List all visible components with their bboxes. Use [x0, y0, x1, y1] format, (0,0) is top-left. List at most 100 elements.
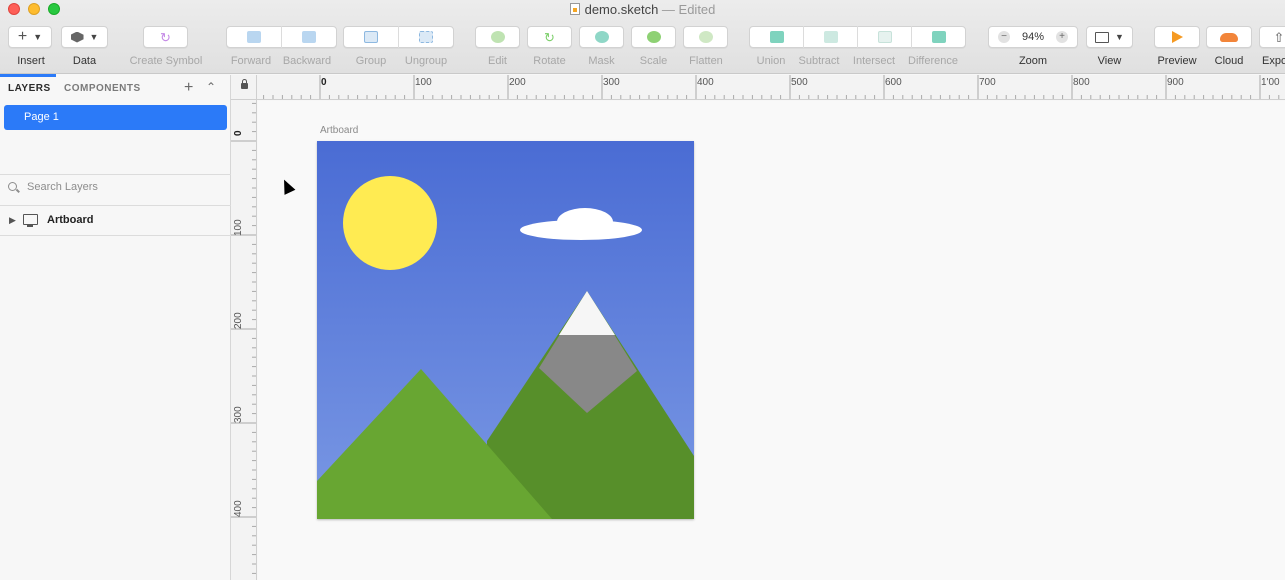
page-list-item[interactable]: Page 1	[4, 105, 227, 130]
insert-button[interactable]: + ▼	[8, 26, 52, 48]
ungroup-label: Ungroup	[404, 55, 448, 67]
mask-button[interactable]	[579, 26, 624, 48]
rotate-button[interactable]: ↻	[527, 26, 572, 48]
forward-label: Forward	[230, 55, 272, 67]
create-symbol-button[interactable]: ↻	[143, 26, 188, 48]
backward-label: Backward	[282, 55, 332, 67]
insert-label: Insert	[17, 55, 45, 67]
scale-button[interactable]	[631, 26, 676, 48]
difference-icon	[931, 31, 946, 43]
lock-icon[interactable]	[241, 79, 248, 89]
group-icon	[364, 31, 378, 43]
cloud-button[interactable]	[1206, 26, 1252, 48]
arrange-group	[226, 26, 337, 48]
ruler-label: 800	[1073, 77, 1090, 88]
chevron-down-icon: ▼	[89, 32, 99, 42]
toolbar: demo.sketch — Edited + ▼ Insert ▼ Data ↻ …	[0, 0, 1285, 74]
ruler-label: 1'00	[1261, 77, 1280, 88]
search-icon	[8, 182, 17, 191]
union-button[interactable]	[750, 27, 803, 47]
rotate-icon: ↻	[544, 29, 555, 45]
tab-components[interactable]: COMPONENTS	[64, 83, 141, 94]
landscape-illustration	[317, 141, 694, 519]
view-icon	[1095, 31, 1110, 43]
zoom-in-button[interactable]: +	[1056, 31, 1069, 43]
group-label: Group	[355, 55, 387, 67]
subtract-icon	[823, 31, 838, 43]
ruler-label: 300	[233, 406, 244, 423]
intersect-button[interactable]	[858, 27, 911, 47]
subtract-button[interactable]	[804, 27, 857, 47]
mask-icon	[594, 31, 609, 43]
sidebar-tabs: LAYERS COMPONENTS + ⌃	[0, 74, 230, 103]
ruler-label: 200	[509, 77, 526, 88]
difference-button[interactable]	[912, 27, 965, 47]
tab-layers[interactable]: LAYERS	[8, 83, 51, 94]
add-page-button[interactable]: +	[184, 79, 193, 97]
view-button[interactable]: ▼	[1086, 26, 1133, 48]
flatten-button[interactable]	[683, 26, 728, 48]
edit-label: Edit	[488, 55, 507, 67]
difference-label: Difference	[908, 55, 958, 67]
scale-label: Scale	[639, 55, 668, 67]
subtract-label: Subtract	[798, 55, 840, 67]
forward-icon	[247, 31, 261, 43]
plus-icon: +	[17, 28, 28, 45]
group-controls	[343, 26, 454, 48]
cloud-icon	[1220, 32, 1238, 42]
data-label: Data	[72, 55, 97, 67]
zoom-control: − 94% +	[988, 26, 1078, 48]
edit-icon	[490, 31, 505, 43]
preview-button[interactable]	[1154, 26, 1200, 48]
layers-sidebar: LAYERS COMPONENTS + ⌃ Page 1 Search Laye…	[0, 74, 231, 580]
collapse-pages-button[interactable]: ⌃	[206, 80, 216, 94]
forward-button[interactable]	[227, 27, 281, 47]
edit-button[interactable]	[475, 26, 520, 48]
zoom-label: Zoom	[1018, 55, 1048, 67]
expand-arrow-icon[interactable]: ▶	[9, 215, 16, 226]
zoom-value[interactable]: 94%	[1022, 31, 1044, 43]
vertical-ruler[interactable]: 0 100 200 300 400	[231, 100, 257, 580]
export-button[interactable]: ⇧	[1259, 26, 1285, 48]
window-title: demo.sketch — Edited	[0, 2, 1285, 17]
layer-row-artboard[interactable]: ▶ Artboard	[0, 206, 231, 236]
active-tab-indicator	[0, 74, 56, 77]
ruler-label: 600	[885, 77, 902, 88]
ruler-label: 0	[233, 130, 244, 136]
boolean-ops-group	[749, 26, 966, 48]
search-layers[interactable]: Search Layers	[8, 181, 98, 193]
ruler-label: 200	[233, 312, 244, 329]
divider	[0, 235, 231, 236]
ruler-label: 700	[979, 77, 996, 88]
ruler-label: 100	[233, 219, 244, 236]
data-button[interactable]: ▼	[61, 26, 108, 48]
flatten-label: Flatten	[689, 55, 723, 67]
ruler-label: 0	[321, 77, 327, 88]
scale-icon	[646, 31, 661, 43]
artboard[interactable]	[317, 141, 694, 519]
sun	[343, 176, 437, 270]
horizontal-ruler-ticks	[263, 75, 1280, 99]
cloud-label: Cloud	[1214, 55, 1244, 67]
export-label: Expo	[1262, 55, 1285, 67]
backward-icon	[302, 31, 316, 43]
zoom-out-button[interactable]: −	[997, 31, 1010, 43]
ruler-label: 300	[603, 77, 620, 88]
group-button[interactable]	[344, 27, 398, 47]
ruler-label: 500	[791, 77, 808, 88]
export-icon: ⇧	[1273, 29, 1285, 45]
chevron-down-icon: ▼	[33, 32, 43, 42]
artboard-title[interactable]: Artboard	[320, 125, 358, 136]
horizontal-ruler[interactable]: 0 100 200 300 400 500 600 700 800 900 1'…	[257, 75, 1285, 100]
ruler-label: 900	[1167, 77, 1184, 88]
backward-button[interactable]	[282, 27, 336, 47]
play-icon	[1171, 31, 1183, 43]
ruler-label: 400	[697, 77, 714, 88]
view-label: View	[1097, 55, 1122, 67]
ungroup-button[interactable]	[399, 27, 453, 47]
symbol-icon: ↻	[160, 29, 171, 45]
create-symbol-label: Create Symbol	[129, 55, 203, 67]
intersect-label: Intersect	[852, 55, 896, 67]
union-icon	[769, 31, 784, 43]
ruler-label: 100	[415, 77, 432, 88]
